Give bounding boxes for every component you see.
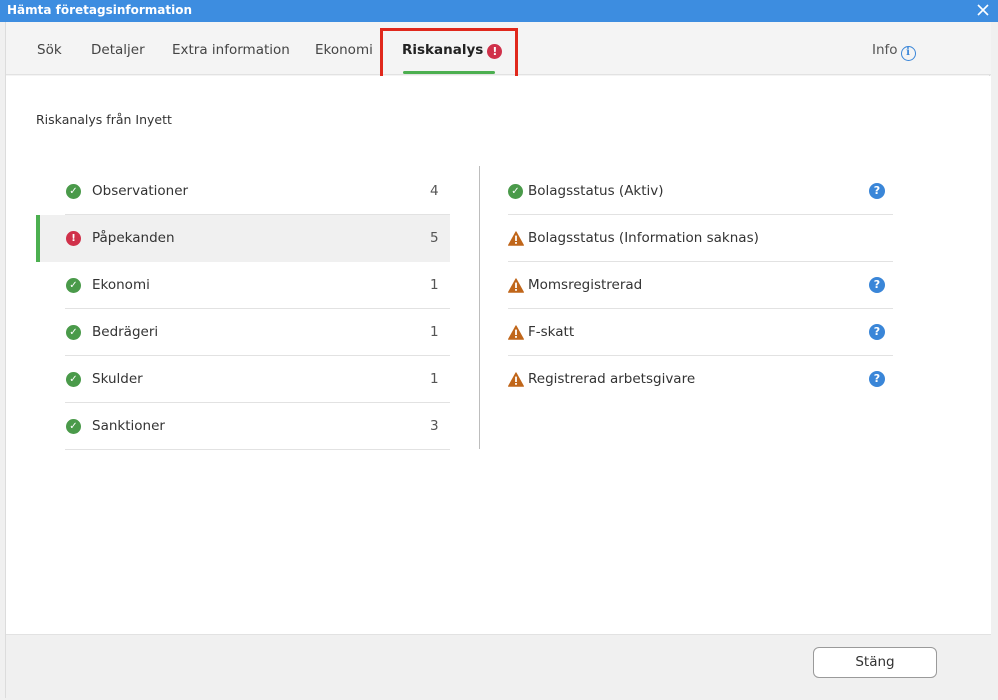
row-separator <box>65 449 450 450</box>
check-icon: ✓ <box>66 278 81 293</box>
category-label: Sanktioner <box>92 418 165 434</box>
help-icon[interactable]: ? <box>869 183 885 199</box>
check-icon: ✓ <box>66 325 81 340</box>
dialog-frame: Sök Detaljer Extra information Ekonomi R… <box>5 22 991 698</box>
tab-bar: Sök Detaljer Extra information Ekonomi R… <box>6 22 991 88</box>
tab-extra-information[interactable]: Extra information <box>172 42 290 58</box>
risk-detail-item: ✓ Bolagsstatus (Aktiv)? <box>508 168 893 215</box>
warning-icon <box>508 325 524 340</box>
detail-label: Registrerad arbetsgivare <box>528 371 696 387</box>
risk-category-skulder[interactable]: ✓ Skulder 1 <box>36 356 450 403</box>
risk-category-ekonomi[interactable]: ✓ Ekonomi 1 <box>36 262 450 309</box>
risk-category-bedrägeri[interactable]: ✓ Bedrägeri 1 <box>36 309 450 356</box>
window-titlebar: Hämta företagsinformation <box>0 0 998 22</box>
check-icon: ✓ <box>66 184 81 199</box>
tab-sok[interactable]: Sök <box>37 42 62 58</box>
warning-icon <box>508 278 524 293</box>
dialog-footer: Stäng <box>6 634 991 698</box>
info-icon: i <box>900 46 916 61</box>
risk-category-påpekanden[interactable]: ! Påpekanden 5 <box>36 215 450 262</box>
tab-ekonomi[interactable]: Ekonomi <box>315 42 373 58</box>
check-icon: ✓ <box>66 419 81 434</box>
category-label: Skulder <box>92 371 143 387</box>
tab-detaljer[interactable]: Detaljer <box>91 42 145 58</box>
detail-label: F-skatt <box>528 324 575 340</box>
warning-icon <box>508 231 524 246</box>
selection-indicator <box>36 215 40 262</box>
risk-category-observationer[interactable]: ✓ Observationer 4 <box>36 168 450 215</box>
content-panel: Riskanalys från Inyett ✓ Observationer 4! P… <box>6 76 991 634</box>
window-title: Hämta företagsinformation <box>7 3 193 17</box>
category-label: Bedrägeri <box>92 324 159 340</box>
section-title: Riskanalys från Inyett <box>36 112 172 127</box>
category-label: Ekonomi <box>92 277 150 293</box>
category-count: 3 <box>430 418 439 434</box>
help-icon[interactable]: ? <box>869 324 885 340</box>
check-icon: ✓ <box>508 184 523 199</box>
error-icon: ! <box>66 231 81 246</box>
risk-detail-item: Momsregistrerad? <box>508 262 893 309</box>
check-icon: ✓ <box>66 372 81 387</box>
close-icon[interactable] <box>976 2 990 18</box>
detail-label: Bolagsstatus (Information saknas) <box>528 230 759 246</box>
help-icon[interactable]: ? <box>869 277 885 293</box>
warning-icon <box>508 372 524 387</box>
detail-label: Momsregistrerad <box>528 277 643 293</box>
risk-detail-item: Registrerad arbetsgivare? <box>508 356 893 403</box>
category-label: Observationer <box>92 183 189 199</box>
risk-category-sanktioner[interactable]: ✓ Sanktioner 3 <box>36 403 450 450</box>
tab-info-label: Info <box>872 42 898 58</box>
risk-category-list: ✓ Observationer 4! Påpekanden 5 ✓ Ekonomi 1 ✓ Bed… <box>36 168 450 450</box>
tab-info[interactable]: Info i <box>872 42 916 61</box>
risk-detail-item: Bolagsstatus (Information saknas) <box>508 215 893 262</box>
category-count: 4 <box>430 183 439 199</box>
risk-detail-list: ✓ Bolagsstatus (Aktiv)? Bolagsstatus (Info… <box>508 168 893 403</box>
column-divider <box>479 166 480 449</box>
risk-detail-item: F-skatt? <box>508 309 893 356</box>
category-count: 5 <box>430 230 439 246</box>
category-count: 1 <box>430 371 439 387</box>
category-count: 1 <box>430 277 439 293</box>
detail-label: Bolagsstatus (Aktiv) <box>528 183 664 199</box>
help-icon[interactable]: ? <box>869 371 885 387</box>
category-label: Påpekanden <box>92 230 175 246</box>
category-count: 1 <box>430 324 439 340</box>
close-button[interactable]: Stäng <box>813 647 937 678</box>
